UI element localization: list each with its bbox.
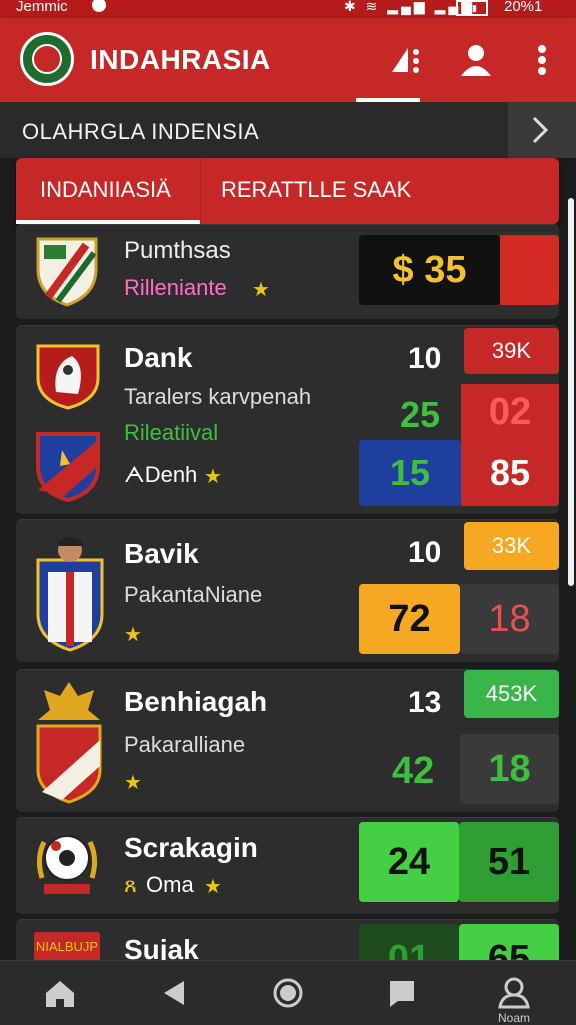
team-subtitle: Rilleniante xyxy=(124,275,227,300)
match-count: 13 xyxy=(408,686,442,719)
score-box[interactable]: 15 xyxy=(359,440,461,506)
league-name: OLAHRGLA INDENSIA xyxy=(22,119,260,144)
match-card[interactable]: Bavik 10 33K PakantaNiane ★ 72 18 xyxy=(16,519,559,662)
odds-badge[interactable]: 33K xyxy=(464,522,559,570)
score-box[interactable]: 24 xyxy=(359,822,459,902)
notification-icon xyxy=(92,0,106,12)
odds-badge[interactable]: 39K xyxy=(464,328,559,374)
team-subtitle: Oma xyxy=(146,872,194,897)
star-icon[interactable]: ★ xyxy=(204,874,222,899)
price-box[interactable]: $ 35 xyxy=(359,235,500,305)
circle-home-icon[interactable] xyxy=(268,975,308,1011)
score-box[interactable]: 85 xyxy=(461,440,559,506)
score-value: 25 xyxy=(400,394,441,435)
star-icon[interactable]: ★ xyxy=(124,622,142,647)
tab-indaniiasia[interactable]: INDANIIASIÄ xyxy=(16,158,224,224)
filter-icon[interactable] xyxy=(388,42,428,78)
team-crest-icon xyxy=(34,342,102,410)
match-card[interactable]: Benhiagah 13 453K Pakaralliane ★ 42 18 xyxy=(16,669,559,812)
match-card[interactable]: Dank 10 39K Taralers karvpenah 25 02 Ril… xyxy=(16,325,559,514)
match-count: 10 xyxy=(408,536,442,569)
team-crest-icon: NIALBUJP xyxy=(34,932,100,962)
match-card[interactable]: Pumthsas Rilleniante ★ $ 35 xyxy=(16,224,559,319)
team-crest-icon xyxy=(34,530,106,652)
star-icon[interactable]: ★ xyxy=(124,770,142,795)
team-name: Pumthsas xyxy=(124,237,231,264)
team-crest-icon xyxy=(34,828,100,900)
team-name: Dank xyxy=(124,342,193,373)
battery-percent: 20%1 xyxy=(504,0,543,15)
team-subtitle: Rileatiival xyxy=(124,420,219,445)
star-icon[interactable]: ★ xyxy=(204,464,222,489)
app-bar: INDAHRASIA xyxy=(0,18,576,102)
bottom-nav: Noam xyxy=(0,960,576,1025)
profile-icon[interactable] xyxy=(456,42,496,78)
app-logo[interactable] xyxy=(20,32,74,86)
team-subtitle: PakantaNiane xyxy=(124,582,263,607)
chat-icon[interactable] xyxy=(382,975,422,1011)
score-box[interactable]: 72 xyxy=(359,584,460,654)
score-box[interactable]: 18 xyxy=(460,734,559,804)
chevron-right-icon[interactable] xyxy=(508,102,576,158)
tab-bar: INDANIIASIÄ RERATTLLE SAAK xyxy=(16,158,559,224)
score-value: 42 xyxy=(392,750,435,792)
score-box[interactable]: 51 xyxy=(459,822,559,902)
scrollbar[interactable] xyxy=(568,198,574,586)
league-selector[interactable]: OLAHRGLA INDENSIA xyxy=(0,102,576,158)
carrier-label: Jemmic xyxy=(16,0,68,15)
score-box[interactable]: 18 xyxy=(460,584,559,654)
score-box[interactable]: 02 xyxy=(461,384,559,440)
match-count: 10 xyxy=(408,342,442,375)
team-crest-icon xyxy=(34,680,104,804)
team-short: ᗅDenh xyxy=(124,462,198,487)
battery-icon: ▮▮ xyxy=(456,0,488,16)
home-icon[interactable] xyxy=(40,975,80,1011)
team-crest-icon xyxy=(34,235,100,307)
tab-rerattlle-saak[interactable]: RERATTLLE SAAK xyxy=(200,158,559,224)
team-subtitle-icon: ጸ xyxy=(124,872,137,897)
star-icon[interactable]: ★ xyxy=(252,277,270,302)
back-icon[interactable] xyxy=(154,975,194,1011)
status-bar: Jemmic ✱ ≋ ▂▄▆ ▂▄▆ ▮▮ 20%1 xyxy=(0,0,576,18)
team-name: Scrakagin xyxy=(124,832,258,863)
match-card[interactable]: Scrakagin ጸ Oma ★ 24 51 xyxy=(16,817,559,914)
account-icon[interactable] xyxy=(494,975,534,1011)
team-subtitle: Taralers karvpenah xyxy=(124,384,312,409)
app-title: INDAHRASIA xyxy=(90,44,271,75)
more-vert-icon[interactable] xyxy=(522,42,562,78)
price-accent xyxy=(500,235,559,305)
team-subtitle: Pakaralliane xyxy=(124,732,246,757)
team-name: Bavik xyxy=(124,538,199,569)
odds-badge[interactable]: 453K xyxy=(464,670,559,718)
team-name: Benhiagah xyxy=(124,686,268,717)
team-crest-icon xyxy=(34,430,102,503)
account-label: Noam xyxy=(497,1011,530,1025)
